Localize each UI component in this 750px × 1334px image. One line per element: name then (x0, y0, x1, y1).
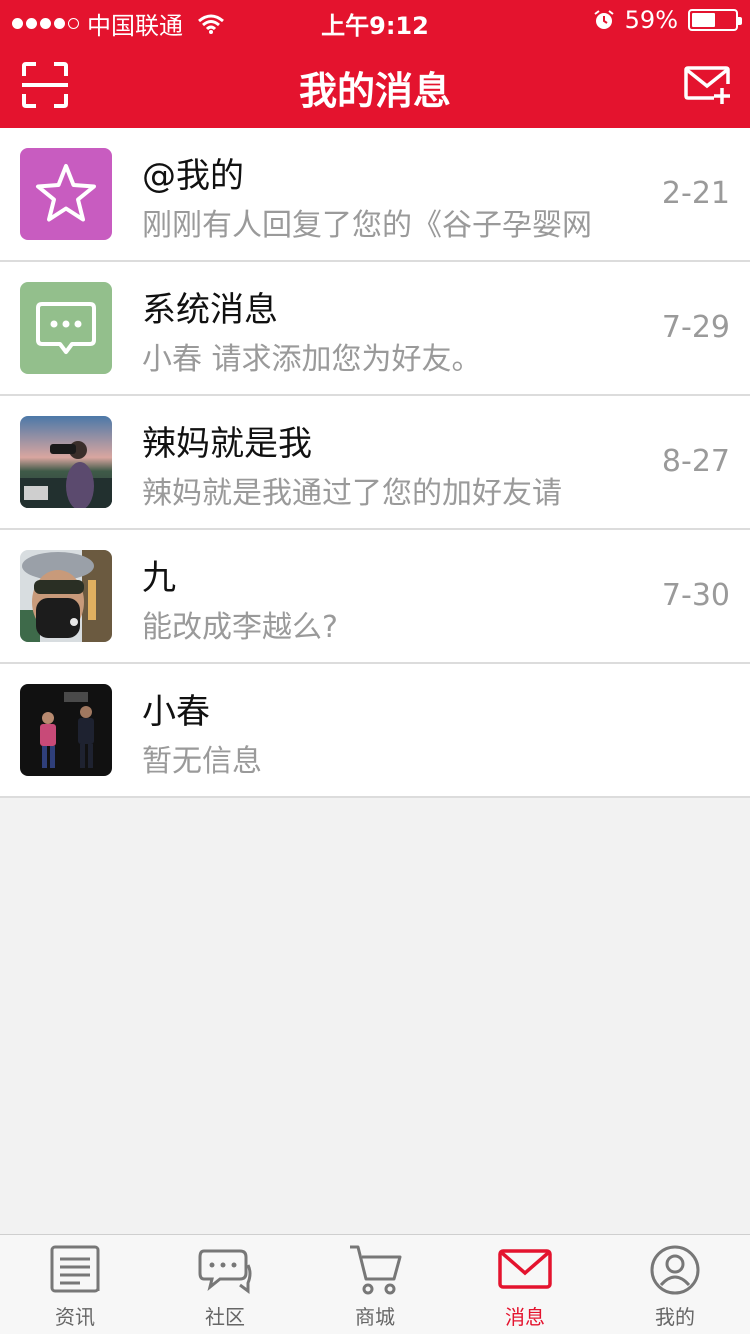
tab-label: 消息 (505, 1305, 545, 1329)
message-date: 7-29 (661, 310, 730, 345)
photo-image (20, 416, 112, 508)
avatar-photo-stage (20, 684, 112, 776)
battery-percent: 59% (624, 6, 678, 34)
battery-icon (688, 9, 742, 31)
message-preview: 辣妈就是我通过了您的加好友请 (142, 476, 562, 511)
battery-fill (692, 13, 716, 27)
mail-icon (498, 1249, 552, 1289)
message-row[interactable]: 辣妈就是我 辣妈就是我通过了您的加好友请 8-27 (0, 396, 750, 530)
avatar (20, 148, 112, 240)
nav-bar: 我的消息 (0, 40, 750, 128)
page-title: 我的消息 (298, 69, 451, 113)
tab-shop[interactable]: 商城 (300, 1235, 450, 1334)
tab-label: 社区 (205, 1305, 245, 1329)
tab-community[interactable]: 社区 (150, 1235, 300, 1334)
compose-mail-icon[interactable] (684, 64, 732, 106)
message-preview: 刚刚有人回复了您的《谷子孕婴网 (142, 208, 592, 243)
message-preview: 暂无信息 (142, 744, 262, 779)
avatar-photo-masked-person (20, 550, 112, 642)
cart-icon (350, 1245, 402, 1295)
tab-messages[interactable]: 消息 (450, 1235, 600, 1334)
alarm-icon (594, 10, 614, 29)
photo-image (20, 550, 112, 642)
tab-news[interactable]: 资讯 (0, 1235, 150, 1334)
message-date: 2-21 (661, 176, 730, 211)
tab-label: 我的 (655, 1305, 695, 1329)
status-right: 59% (593, 6, 742, 34)
message-title: 小春 (142, 692, 210, 732)
tab-profile[interactable]: 我的 (600, 1235, 750, 1334)
message-list: @我的 刚刚有人回复了您的《谷子孕婴网 2-21 系统消息 小春 请求添加您为好… (0, 128, 750, 798)
message-title: 辣妈就是我 (142, 424, 312, 464)
message-title: @我的 (142, 156, 244, 196)
status-bar: 中国联通 上午9:12 59% (0, 0, 750, 40)
tab-bar: 资讯 社区 商城 消息 我的 (0, 1234, 750, 1334)
chat-bubble-icon (36, 302, 96, 354)
community-icon (198, 1249, 252, 1294)
photo-image (20, 684, 112, 776)
message-preview: 能改成李越么? (142, 610, 338, 645)
message-row[interactable]: 系统消息 小春 请求添加您为好友。 7-29 (0, 262, 750, 396)
avatar-photo-photographer (20, 416, 112, 508)
avatar (20, 282, 112, 374)
profile-icon (650, 1245, 700, 1295)
tab-label: 商城 (355, 1305, 395, 1329)
message-preview: 小春 请求添加您为好友。 (142, 342, 482, 377)
message-title: 九 (142, 558, 176, 598)
message-title: 系统消息 (142, 290, 278, 330)
message-row[interactable]: 小春 暂无信息 (0, 664, 750, 798)
message-date: 7-30 (661, 578, 730, 613)
star-icon (36, 164, 96, 222)
message-date: 8-27 (661, 444, 730, 479)
news-icon (50, 1245, 100, 1293)
message-row[interactable]: 九 能改成李越么? 7-30 (0, 530, 750, 664)
tab-label: 资讯 (55, 1305, 95, 1329)
message-row[interactable]: @我的 刚刚有人回复了您的《谷子孕婴网 2-21 (0, 128, 750, 262)
